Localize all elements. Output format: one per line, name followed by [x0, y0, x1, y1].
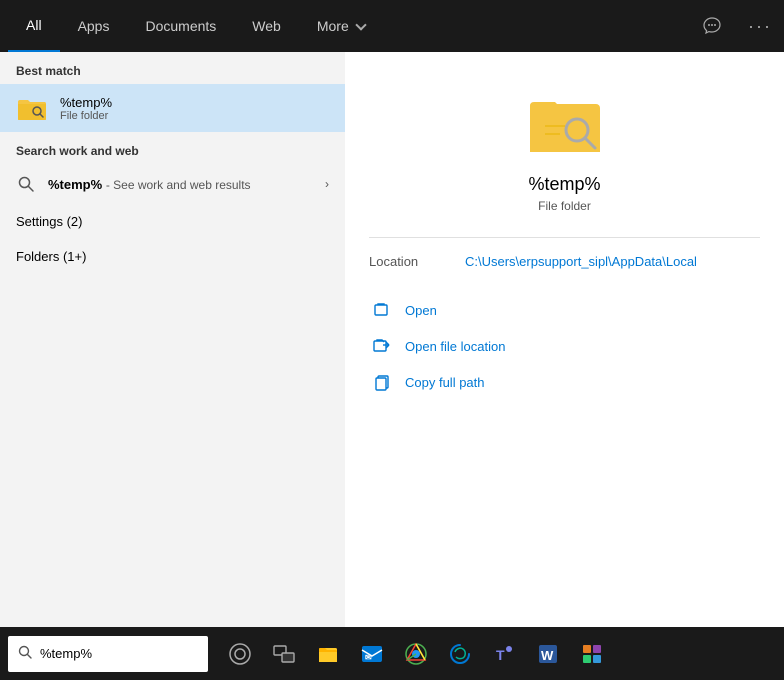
open-label: Open — [405, 303, 437, 318]
right-panel: %temp% File folder Location C:\Users\erp… — [345, 52, 784, 679]
nav-icons: ··· — [696, 10, 776, 42]
svg-text:✉: ✉ — [365, 653, 372, 662]
divider — [369, 237, 760, 238]
chrome-icon[interactable] — [396, 627, 436, 680]
edge-icon[interactable] — [440, 627, 480, 680]
location-row: Location C:\Users\erpsupport_sipl\AppDat… — [369, 254, 760, 269]
tab-all[interactable]: All — [8, 0, 60, 52]
search-loop-icon — [16, 174, 36, 194]
tab-more[interactable]: More — [299, 0, 383, 52]
left-panel: Best match %temp% File folder S — [0, 52, 345, 679]
item-name: %temp% — [528, 174, 600, 195]
open-action[interactable]: Open — [369, 293, 760, 327]
item-type: File folder — [538, 199, 591, 213]
taskbar-search-icon — [18, 645, 32, 662]
open-file-location-label: Open file location — [405, 339, 505, 354]
best-match-item[interactable]: %temp% File folder — [0, 84, 345, 132]
copy-full-path-action[interactable]: Copy full path — [369, 365, 760, 399]
taskbar-search-text: %temp% — [40, 646, 92, 661]
explorer-icon[interactable] — [308, 627, 348, 680]
best-match-label: Best match — [0, 52, 345, 84]
tab-web[interactable]: Web — [234, 0, 299, 52]
chevron-down-icon — [355, 19, 366, 30]
feedback-icon[interactable] — [696, 10, 728, 42]
large-folder-icon — [525, 82, 605, 162]
taskbar-icons: ✉ T — [220, 627, 612, 680]
svg-text:W: W — [541, 648, 554, 663]
tab-documents[interactable]: Documents — [127, 0, 234, 52]
settings-row[interactable]: Settings (2) — [0, 204, 345, 239]
search-web-text: %temp% - See work and web results — [48, 177, 313, 192]
search-work-web-label: Search work and web — [0, 132, 345, 164]
task-view-icon[interactable] — [264, 627, 304, 680]
location-label: Location — [369, 254, 449, 269]
extra-taskbar-icon[interactable] — [572, 627, 612, 680]
best-match-text: %temp% File folder — [60, 95, 112, 122]
taskbar: %temp% ✉ — [0, 627, 784, 680]
svg-text:T: T — [496, 647, 505, 663]
teams-icon[interactable]: T — [484, 627, 524, 680]
tab-apps[interactable]: Apps — [60, 0, 128, 52]
copy-icon — [373, 373, 391, 391]
open-icon — [373, 301, 391, 319]
folders-row[interactable]: Folders (1+) — [0, 239, 345, 274]
action-list: Open Open file location — [369, 293, 760, 399]
location-link[interactable]: C:\Users\erpsupport_sipl\AppData\Local — [465, 254, 697, 269]
more-options-icon[interactable]: ··· — [744, 10, 776, 42]
file-location-icon — [373, 337, 391, 355]
open-file-location-action[interactable]: Open file location — [369, 329, 760, 363]
folder-icon — [16, 92, 48, 124]
taskbar-search[interactable]: %temp% — [8, 636, 208, 672]
cortana-icon[interactable] — [220, 627, 260, 680]
outlook-icon[interactable]: ✉ — [352, 627, 392, 680]
chevron-right-icon: › — [325, 177, 329, 191]
word-icon[interactable]: W — [528, 627, 568, 680]
main-content: Best match %temp% File folder S — [0, 52, 784, 679]
top-nav: All Apps Documents Web More ··· — [0, 0, 784, 52]
search-web-item[interactable]: %temp% - See work and web results › — [0, 164, 345, 204]
best-match-subtitle: File folder — [60, 110, 112, 122]
best-match-title: %temp% — [60, 95, 112, 110]
copy-full-path-label: Copy full path — [405, 375, 485, 390]
